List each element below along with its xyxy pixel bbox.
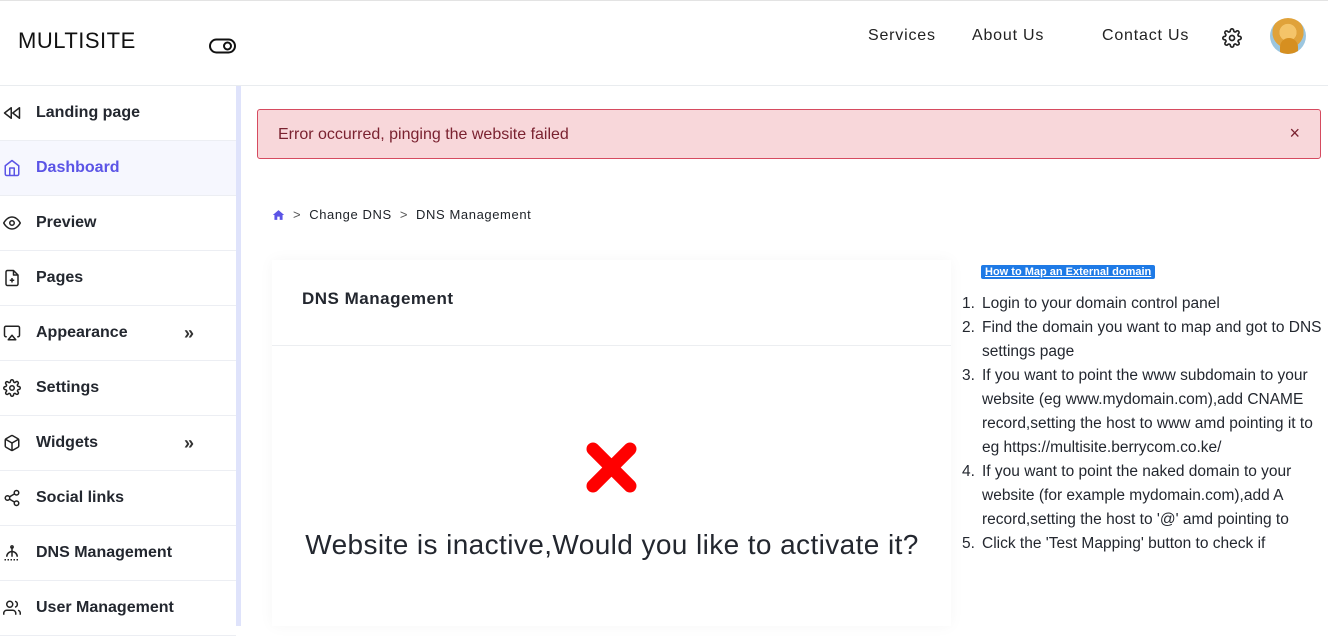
sidebar-item-settings[interactable]: Settings — [0, 361, 236, 416]
file-plus-icon — [5, 269, 19, 287]
brand-logo[interactable]: MULTISITE — [18, 28, 136, 54]
nav-about-us[interactable]: About Us — [972, 27, 1044, 45]
breadcrumb-separator: > — [293, 207, 302, 222]
breadcrumb-item-dns-management: DNS Management — [416, 207, 532, 222]
user-avatar[interactable] — [1270, 18, 1306, 54]
home-icon[interactable] — [272, 209, 285, 221]
sidebar-toggle-icon[interactable] — [209, 38, 236, 54]
list-item: 4. If you want to point the naked domain … — [962, 463, 1292, 528]
sidebar-item-label: DNS Management — [36, 544, 173, 561]
sidebar-item-widgets[interactable]: Widgets » — [0, 416, 236, 471]
gear-icon[interactable] — [1222, 28, 1242, 48]
sidebar-item-dashboard[interactable]: Dashboard — [0, 141, 236, 196]
card-header: DNS Management — [272, 260, 951, 346]
sidebar-item-label: Landing page — [36, 104, 140, 121]
sidebar-scroll-rail — [236, 86, 241, 626]
sidebar-item-user-management[interactable]: User Management — [0, 581, 236, 636]
sidebar-item-label: Preview — [36, 214, 97, 231]
top-navbar: MULTISITE Services About Us Contact Us — [0, 0, 1328, 86]
howto-steps: 1. Login to your domain control panel 2. F… — [962, 292, 1324, 556]
gear-icon — [3, 379, 21, 397]
sidebar-item-label: Social links — [36, 489, 125, 506]
sidebar-item-preview[interactable]: Preview — [0, 196, 236, 251]
sidebar-item-social-links[interactable]: Social links — [0, 471, 236, 526]
list-item: 5. Click the 'Test Mapping' button to che… — [962, 535, 1266, 552]
list-item: 3. If you want to point the www subdomain… — [962, 367, 1313, 456]
rewind-icon — [3, 107, 21, 119]
sidebar-item-label: Widgets — [36, 434, 99, 451]
share-icon — [4, 489, 20, 507]
error-alert: Error occurred, pinging the website fail… — [257, 109, 1321, 159]
breadcrumb-separator: > — [399, 207, 409, 222]
close-icon[interactable]: × — [1289, 123, 1300, 144]
sidebar-item-appearance[interactable]: Appearance » — [0, 306, 236, 361]
list-item: 1. Login to your domain control panel — [962, 295, 1220, 312]
howto-link[interactable]: How to Map an External domain — [981, 265, 1156, 279]
home-icon — [4, 159, 20, 177]
signal-icon — [4, 545, 20, 561]
airplay-icon — [3, 325, 21, 341]
card-title: DNS Management — [302, 289, 454, 308]
breadcrumb-item-change-dns[interactable]: Change DNS — [309, 207, 392, 222]
sidebar-item-pages[interactable]: Pages — [0, 251, 236, 306]
dns-management-card: DNS Management Website is inactive,Would… — [272, 260, 951, 626]
eye-icon — [3, 216, 21, 230]
error-cross-icon — [586, 442, 637, 493]
sidebar-item-dns-management[interactable]: DNS Management — [0, 526, 236, 581]
sidebar-item-label: Dashboard — [36, 159, 120, 176]
chevrons-right-icon[interactable]: » — [184, 323, 194, 344]
alert-message: Error occurred, pinging the website fail… — [278, 126, 569, 143]
sidebar-item-label: User Management — [36, 599, 174, 616]
breadcrumb: > Change DNS > DNS Management — [272, 207, 531, 222]
howto-panel: How to Map an External domain 1. Login to… — [962, 262, 1324, 626]
chevrons-right-icon[interactable]: » — [184, 433, 194, 454]
box-icon — [4, 434, 20, 452]
sidebar-item-landing-page[interactable]: Landing page — [0, 86, 236, 141]
sidebar: Landing page Dashboard Preview Pages App… — [0, 86, 236, 636]
list-item: 2. Find the domain you want to map and go… — [962, 319, 1322, 360]
inactive-message: Website is inactive,Would you like to ac… — [305, 529, 919, 560]
sidebar-item-label: Pages — [36, 269, 84, 286]
sidebar-item-label: Settings — [36, 379, 100, 396]
nav-services[interactable]: Services — [868, 27, 936, 45]
sidebar-item-label: Appearance — [36, 324, 128, 341]
users-icon — [3, 600, 21, 615]
nav-contact-us[interactable]: Contact Us — [1102, 27, 1189, 45]
